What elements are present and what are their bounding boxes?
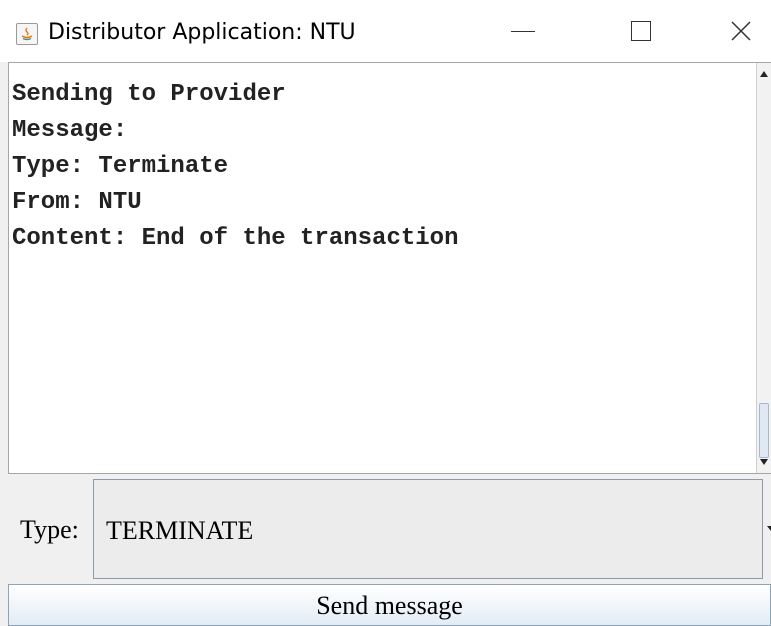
- log-line: Content: End of the transaction: [12, 225, 459, 252]
- maximize-button[interactable]: [600, 0, 682, 62]
- send-message-button[interactable]: Send message: [8, 584, 771, 626]
- minimize-button[interactable]: [482, 0, 564, 62]
- vertical-scrollbar[interactable]: [756, 63, 771, 473]
- title-bar[interactable]: Distributor Application: NTU: [0, 0, 771, 62]
- chevron-down-icon[interactable]: [767, 526, 771, 531]
- distributor-window: Distributor Application: NTU Sending to …: [0, 0, 771, 626]
- type-selected-value: TERMINATE: [106, 516, 254, 545]
- type-label: Type:: [20, 515, 79, 544]
- scroll-up-icon[interactable]: [760, 71, 768, 77]
- scroll-down-icon[interactable]: [760, 459, 768, 465]
- close-icon: [731, 21, 751, 41]
- log-line: From: NTU: [12, 189, 142, 216]
- log-line: Sending to Provider: [12, 81, 286, 108]
- maximize-icon: [631, 21, 651, 41]
- type-dropdown[interactable]: TERMINATE: [93, 479, 763, 579]
- log-line: Message:: [12, 117, 128, 144]
- close-button[interactable]: [700, 0, 771, 62]
- type-row: Type: TERMINATE: [0, 474, 771, 582]
- java-app-icon: [16, 23, 38, 45]
- scroll-thumb[interactable]: [759, 403, 769, 458]
- window-title: Distributor Application: NTU: [48, 20, 356, 45]
- log-line: Type: Terminate: [12, 153, 229, 180]
- message-log-textarea[interactable]: Sending to Provider Message: Type: Termi…: [8, 62, 771, 474]
- minimize-icon: [511, 30, 535, 32]
- message-log-lines: Sending to Provider Message: Type: Termi…: [12, 77, 752, 257]
